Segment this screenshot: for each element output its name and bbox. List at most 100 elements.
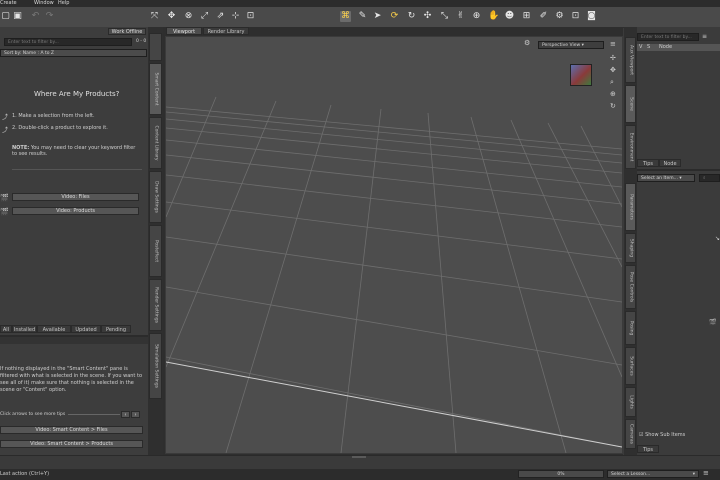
tab-cameras[interactable]: Cameras xyxy=(625,419,636,449)
dolly-icon[interactable]: ⊕ xyxy=(610,90,616,98)
video-smart-files-button[interactable]: Video: Smart Content > Files xyxy=(0,426,143,434)
render-settings-icon[interactable]: ⊞ xyxy=(521,11,532,22)
undo-icon[interactable]: ↶ xyxy=(30,11,41,22)
reset-view-icon[interactable]: ↻ xyxy=(610,102,616,110)
pointer-icon[interactable]: ✎ xyxy=(357,11,368,22)
keyword-note: NOTE: You may need to clear your keyword… xyxy=(12,145,138,157)
tab-render-library[interactable]: Render Library xyxy=(203,27,249,35)
tab-node[interactable]: Node xyxy=(659,159,681,167)
tab-posing[interactable]: Posing xyxy=(625,311,636,345)
tab-lights[interactable]: Lights xyxy=(625,387,636,417)
translate-tool-icon[interactable]: ✥ xyxy=(166,11,177,22)
menu-window[interactable]: Window xyxy=(34,0,54,6)
visibility-icon[interactable]: V xyxy=(639,44,642,50)
node-select-icon[interactable]: ⤢ xyxy=(199,11,210,22)
light-icon[interactable]: ☻ xyxy=(504,11,515,22)
scene-search-input[interactable]: Enter text to filter by... xyxy=(637,33,699,41)
video-smart-products-button[interactable]: Video: Smart Content > Products xyxy=(0,440,143,448)
region-nav-icon[interactable]: ⊹ xyxy=(230,11,241,22)
figure-icon[interactable]: ✌ xyxy=(455,11,466,22)
redo-icon[interactable]: ↷ xyxy=(44,11,55,22)
camera-dropdown-label: Perspective View xyxy=(542,43,581,48)
view-cube[interactable] xyxy=(570,64,592,86)
menu-help[interactable]: Help xyxy=(58,0,69,6)
video-files-button[interactable]: Video: Files xyxy=(12,193,139,201)
tab-posteffect[interactable]: Posteffect xyxy=(149,225,162,277)
tab-shaping[interactable]: Shaping xyxy=(625,233,636,263)
tab-updated[interactable]: Updated xyxy=(71,325,101,333)
show-sub-items-checkbox[interactable]: ☑ Show Sub Items xyxy=(639,432,685,438)
geometry-editor-icon[interactable]: ✐ xyxy=(538,11,549,22)
tab-aux-viewport[interactable]: Aux Viewport xyxy=(625,37,636,83)
scene-menu-icon[interactable]: ≡ xyxy=(702,33,707,40)
open-file-icon[interactable]: ▢ xyxy=(0,11,11,22)
tab-viewport[interactable]: Viewport xyxy=(166,27,202,35)
selectable-icon[interactable]: S xyxy=(647,44,650,50)
camera-icon[interactable]: ✋ xyxy=(488,11,499,22)
tab-scene[interactable]: Scene xyxy=(625,85,636,123)
tab-parameters[interactable]: Parameters xyxy=(625,183,636,231)
param-film-icon: 🎬 xyxy=(709,319,717,326)
parameters-item-select[interactable]: Select an Item... ▾ xyxy=(637,174,695,182)
orbit-icon[interactable]: ✢ xyxy=(610,54,616,62)
universal-tool-icon[interactable]: ⌘ xyxy=(340,11,351,22)
param-arrow-icon[interactable]: ↘ xyxy=(715,235,720,242)
tab-content-library[interactable]: Content Library xyxy=(149,117,162,169)
save-icon[interactable]: ▣ xyxy=(12,11,23,22)
chevron-down-icon: ▾ xyxy=(692,472,695,477)
camera-options-icon[interactable]: ⚙ xyxy=(524,39,530,47)
tab-pose-controls[interactable]: Pose Controls xyxy=(625,265,636,309)
vtab-blank[interactable] xyxy=(149,33,162,61)
transform-icon[interactable]: ⊕ xyxy=(471,11,482,22)
bottom-splitter-handle[interactable] xyxy=(352,456,366,458)
sort-dropdown[interactable]: Sort by: Name : A to Z xyxy=(0,49,147,57)
video-products-button[interactable]: Video: Products xyxy=(12,207,139,215)
lesson-menu-icon[interactable]: ≡ xyxy=(703,469,709,477)
tab-pending[interactable]: Pending xyxy=(101,325,131,333)
joint-tool-icon[interactable]: ⚙ xyxy=(554,11,565,22)
work-offline-button[interactable]: Work Offline xyxy=(108,28,146,35)
scale-view-icon[interactable]: ✣ xyxy=(422,11,433,22)
select-arrow-icon[interactable]: ➤ xyxy=(372,11,383,22)
tab-simulation-settings[interactable]: Simulation Settings xyxy=(149,333,162,399)
content-search-input[interactable]: Enter text to filter by... xyxy=(4,38,132,46)
menu-create[interactable]: Create xyxy=(0,0,17,6)
tip-nav-text: Click arrows to see more tips xyxy=(0,412,66,417)
spot-render-icon[interactable]: ⊡ xyxy=(570,11,581,22)
tab-environment-label: Environment xyxy=(628,132,633,162)
right-splitter[interactable] xyxy=(637,169,720,171)
tab-content-library-label: Content Library xyxy=(153,125,158,161)
joint-editor-icon[interactable]: ⇗ xyxy=(215,11,226,22)
pose-tool-icon[interactable]: ⤡ xyxy=(439,11,450,22)
parameters-search-input[interactable]: ⌕ xyxy=(699,174,720,182)
camera-dropdown[interactable]: Perspective View ▾ xyxy=(538,41,604,49)
tab-all[interactable]: All xyxy=(0,325,12,333)
tab-available[interactable]: Available xyxy=(37,325,71,333)
ground-grid xyxy=(166,96,622,453)
move-view-icon[interactable]: ↻ xyxy=(406,11,417,22)
tab-surfaces-label: Surfaces xyxy=(628,356,633,376)
rotate-view-icon[interactable]: ⟳ xyxy=(389,11,400,22)
tip-prev-button[interactable]: ‹ xyxy=(121,411,130,418)
rotate-tool-icon[interactable]: ⤧ xyxy=(149,11,160,22)
tab-smart-content[interactable]: Smart Content xyxy=(149,63,162,115)
scale-tool-icon[interactable]: ⊗ xyxy=(183,11,194,22)
surface-selection-icon[interactable]: ⊡ xyxy=(245,11,256,22)
lesson-dropdown[interactable]: Select a Lesson... ▾ xyxy=(607,470,699,478)
tab-draw-settings[interactable]: Draw Settings xyxy=(149,171,162,223)
tab-tips-params[interactable]: Tips xyxy=(637,445,659,453)
render-icon[interactable]: ◙ xyxy=(586,11,597,22)
pan-icon[interactable]: ✥ xyxy=(610,66,616,74)
3d-viewport[interactable]: ⚙ Perspective View ▾ ≡ ✢ ✥ ⌕ ⊕ ↻ xyxy=(165,36,623,454)
menu-bar: Create Window Help xyxy=(0,0,720,7)
tip-next-button[interactable]: › xyxy=(131,411,140,418)
zoom-icon[interactable]: ⌕ xyxy=(610,78,614,87)
tab-tips-scene[interactable]: Tips xyxy=(637,159,659,167)
tab-installed[interactable]: Installed xyxy=(12,325,37,333)
tab-draw-settings-label: Draw Settings xyxy=(153,181,158,213)
tab-environment[interactable]: Environment xyxy=(625,125,636,169)
tab-surfaces[interactable]: Surfaces xyxy=(625,347,636,385)
scene-node-row[interactable]: V S Node xyxy=(637,44,720,51)
tab-render-settings[interactable]: Render Settings xyxy=(149,279,162,331)
view-menu-icon[interactable]: ≡ xyxy=(610,40,616,48)
